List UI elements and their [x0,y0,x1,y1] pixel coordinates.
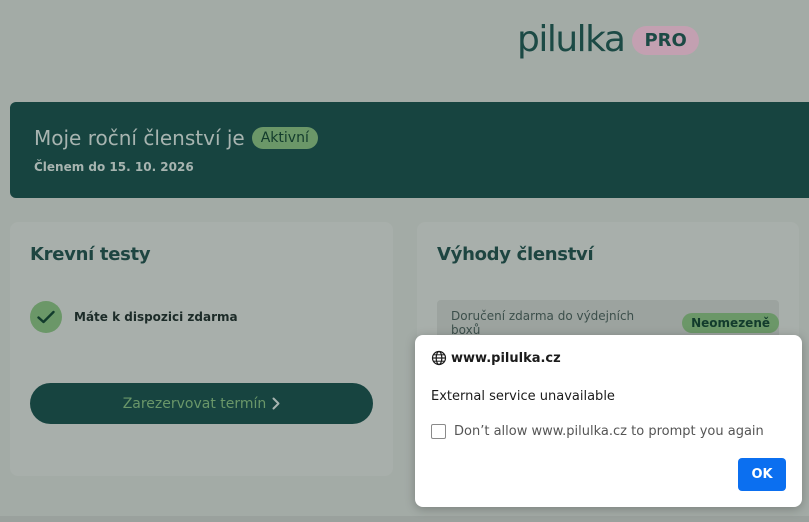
member-until: Členem do 15. 10. 2026 [34,160,194,174]
chevron-right-icon [272,397,280,410]
pilulka-pro-logo[interactable]: pilulka PRO [517,18,699,62]
status-badge: Aktivní [251,127,318,149]
availability-row: Máte k dispozici zdarma [30,301,238,333]
membership-title-row: Moje roční členství je Aktivní [34,126,318,150]
reserve-appointment-button[interactable]: Zarezervovat termín [30,383,373,424]
blood-tests-card: Krevní testy Máte k dispozici zdarma Zar… [10,222,393,476]
suppress-prompts-label: Don’t allow www.pilulka.cz to prompt you… [454,424,764,439]
membership-title: Moje roční členství je [34,126,245,150]
benefit-value-badge: Neomezeně [682,313,779,333]
availability-label: Máte k dispozici zdarma [74,310,238,324]
dialog-message: External service unavailable [431,389,615,404]
benefits-title: Výhody členství [437,244,594,265]
pro-badge: PRO [632,25,699,55]
globe-icon [431,350,447,366]
page-bottom-divider [0,516,809,522]
logo-wordmark: pilulka [517,19,626,60]
blood-tests-title: Krevní testy [30,244,151,265]
membership-banner: Moje roční členství je Aktivní Členem do… [10,102,809,198]
dialog-origin-text: www.pilulka.cz [451,350,561,366]
check-icon [30,301,62,333]
suppress-prompts-checkbox[interactable] [431,424,446,439]
suppress-prompts-option[interactable]: Don’t allow www.pilulka.cz to prompt you… [431,424,764,439]
ok-button[interactable]: OK [738,458,786,491]
reserve-button-label: Zarezervovat termín [122,395,267,412]
dialog-origin: www.pilulka.cz [431,350,561,366]
alert-dialog: www.pilulka.cz External service unavaila… [415,335,802,507]
benefit-label: Doručení zdarma do výdejních boxů [451,309,635,337]
